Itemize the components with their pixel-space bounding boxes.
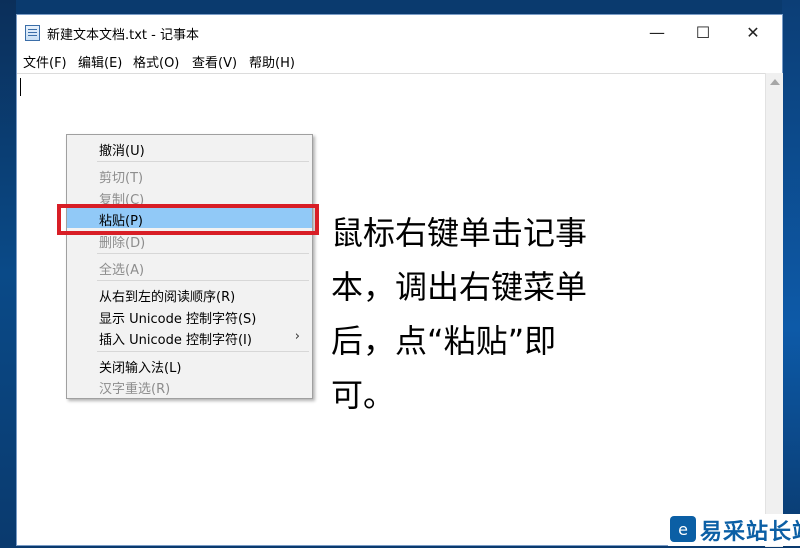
menu-file[interactable]: 文件(F) [23,52,67,71]
annotation-line: 本，调出右键菜单 [331,268,588,306]
submenu-arrow-icon: › [294,329,300,344]
context-item-show-unicode[interactable]: 显示 Unicode 控制字符(S) [67,306,312,327]
title-bar[interactable]: 新建文本文档.txt - 记事本 — ☐ ✕ [17,15,782,49]
menu-separator [97,351,309,352]
context-item-reconversion[interactable]: 汉字重选(R) [67,376,312,397]
menu-format[interactable]: 格式(O) [133,52,179,71]
desktop-background-right [782,0,800,546]
maximize-button[interactable]: ☐ [680,15,726,49]
menu-view[interactable]: 查看(V) [192,52,237,71]
logo-text: 易采站长站 [700,520,800,545]
close-button[interactable]: ✕ [730,15,776,49]
context-item-label: 全选(A) [99,263,145,278]
annotation-line: 鼠标右键单击记事 [331,214,588,252]
notepad-icon [25,25,40,41]
context-item-label: 从右到左的阅读顺序(R) [99,290,236,305]
context-item-close-ime[interactable]: 关闭输入法(L) [67,355,312,376]
site-watermark-logo: e 易采站长站 [668,514,800,546]
scroll-up-icon[interactable] [770,79,780,85]
menu-edit[interactable]: 编辑(E) [78,52,122,71]
context-item-insert-unicode[interactable]: 插入 Unicode 控制字符(I) › [67,327,312,348]
context-item-cut[interactable]: 剪切(T) [67,165,312,186]
menu-separator [97,253,309,254]
context-menu: 撤消(U) 剪切(T) 复制(C) 粘贴(P) 删除(D) 全选(A) 从右到左… [66,134,313,399]
annotation-line: 可。 [331,376,396,414]
annotation-line: 后，点“粘贴”即 [331,322,557,360]
desktop-background-left [0,0,16,546]
menu-bar: 文件(F) 编辑(E) 格式(O) 查看(V) 帮助(H) [17,49,782,71]
window-title: 新建文本文档.txt - 记事本 [47,28,199,43]
context-item-label: 撤消(U) [99,144,145,159]
tutorial-annotation: 鼠标右键单击记事 本，调出右键菜单 后，点“粘贴”即 可。 [331,206,601,422]
text-caret [20,78,21,96]
vertical-scrollbar[interactable] [765,73,783,547]
menu-separator [97,161,309,162]
context-item-rtl-reading[interactable]: 从右到左的阅读顺序(R) [67,284,312,305]
context-item-label: 汉字重选(R) [99,382,171,397]
menu-help[interactable]: 帮助(H) [249,52,295,71]
context-item-label: 关闭输入法(L) [99,361,182,376]
highlight-frame [57,204,319,235]
context-item-label: 显示 Unicode 控制字符(S) [99,312,257,327]
context-item-label: 剪切(T) [99,171,144,186]
logo-mark-icon: e [670,516,696,542]
context-item-select-all[interactable]: 全选(A) [67,257,312,278]
context-item-undo[interactable]: 撤消(U) [67,138,312,159]
context-item-label: 插入 Unicode 控制字符(I) [99,333,252,348]
minimize-button[interactable]: — [634,15,680,49]
menu-separator [97,280,309,281]
